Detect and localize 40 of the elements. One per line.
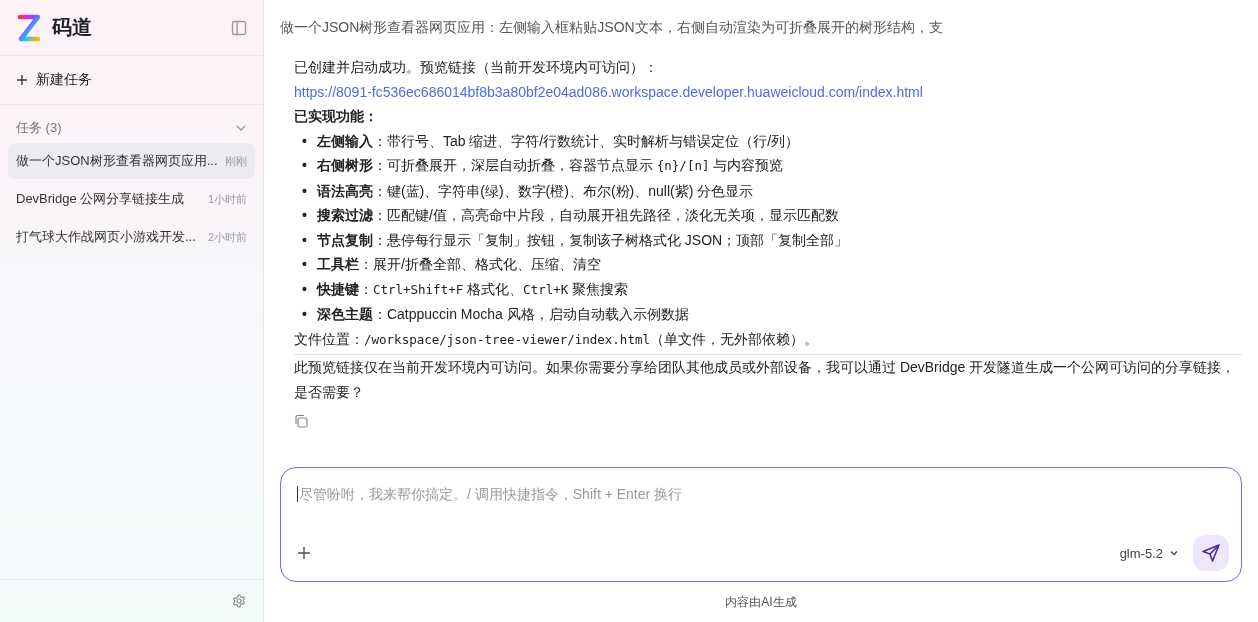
features-heading: 已实现功能：: [294, 107, 379, 126]
feature-item: 工具栏：展开/折叠全部、格式化、压缩、清空: [316, 255, 601, 274]
task-item[interactable]: 做一个JSON树形查看器网页应用... 刚刚: [8, 143, 255, 179]
feature-item: 搜索过滤：匹配键/值，高亮命中片段，自动展开祖先路径，淡化无关项，显示匹配数: [316, 206, 839, 225]
message-input-field[interactable]: 尽管吩咐，我来帮你搞定。/ 调用快捷指令，Shift + Enter 换行 glm-5.2: [280, 467, 1242, 582]
feature-item: 节点复制：悬停每行显示「复制」按钮，复制该子树格式化 JSON；顶部「复制全部」: [316, 230, 849, 250]
plus-icon: [16, 74, 28, 86]
send-icon: [1201, 543, 1221, 563]
bullet-marker: •: [302, 131, 307, 151]
disclaimer-text: 内容由AI生成: [724, 593, 798, 611]
message-text: 此预览链接仅在当前开发环境内可访问。如果你需要分享给团队其他成员或外部设备，我可以通过 DevBridge 开发隧道生成一个公网可访问的分享链接，是否需要？: [294, 358, 1237, 402]
settings-icon[interactable]: [232, 594, 246, 608]
feature-item: 深色主题：Catppuccin Mocha 风格，启动自动载入示例数据: [316, 305, 689, 324]
chevron-icon: [1169, 548, 1179, 558]
task-item[interactable]: DevBridge 公网分享链接生成 1小时前: [8, 181, 255, 217]
file-location-text: 文件位置：/workspace/json-tree-viewer/index.html（单文件，无外部依赖）。: [294, 329, 819, 349]
app-name: 码道: [52, 15, 93, 40]
plus-icon[interactable]: [297, 546, 311, 560]
logo-icon: [16, 13, 42, 42]
bullet-marker: •: [302, 181, 307, 201]
feature-item: 语法高亮：键(蓝)、字符串(绿)、数字(橙)、布尔(粉)、null(紫) 分色显示: [316, 181, 754, 201]
send-button[interactable]: [1193, 535, 1229, 571]
bullet-marker: •: [302, 305, 307, 324]
bullet-marker: •: [302, 279, 307, 299]
preview-link[interactable]: https://8091-fc536ec686014bf8b3a80bf2e04ad086.workspace.developer.huaweicloud.com/index.html: [294, 83, 923, 100]
sidebar-toggle-icon[interactable]: [231, 19, 247, 36]
task-item[interactable]: 打气球大作战网页小游戏开发... 2小时前: [8, 219, 255, 255]
feature-item: 右侧树形：可折叠展开，深层自动折叠，容器节点显示 {n}/[n] 与内容预览: [316, 156, 784, 175]
feature-item: 左侧输入：带行号、Tab 缩进、字符/行数统计、实时解析与错误定位（行/列）: [316, 131, 800, 151]
feature-item: 快捷键：Ctrl+Shift+F 格式化、Ctrl+K 聚焦搜索: [316, 279, 629, 299]
new-task-button[interactable]: 新建任务: [0, 56, 263, 105]
message-text: 已创建并启动成功。预览链接（当前开发环境内可访问）：: [294, 58, 659, 77]
bullet-marker: •: [302, 156, 307, 175]
conversation-title: 做一个JSON树形查看器网页应用：左侧输入框粘贴JSON文本，右侧自动渲染为可折叠展开的树形结构，支: [279, 17, 944, 37]
section-label: 任务 (3): [16, 119, 62, 137]
bullet-marker: •: [302, 230, 307, 250]
bullet-marker: •: [302, 255, 307, 274]
bullet-marker: •: [302, 206, 307, 225]
copy-icon[interactable]: [294, 414, 308, 428]
model-selector[interactable]: glm-5.2: [1115, 541, 1183, 565]
